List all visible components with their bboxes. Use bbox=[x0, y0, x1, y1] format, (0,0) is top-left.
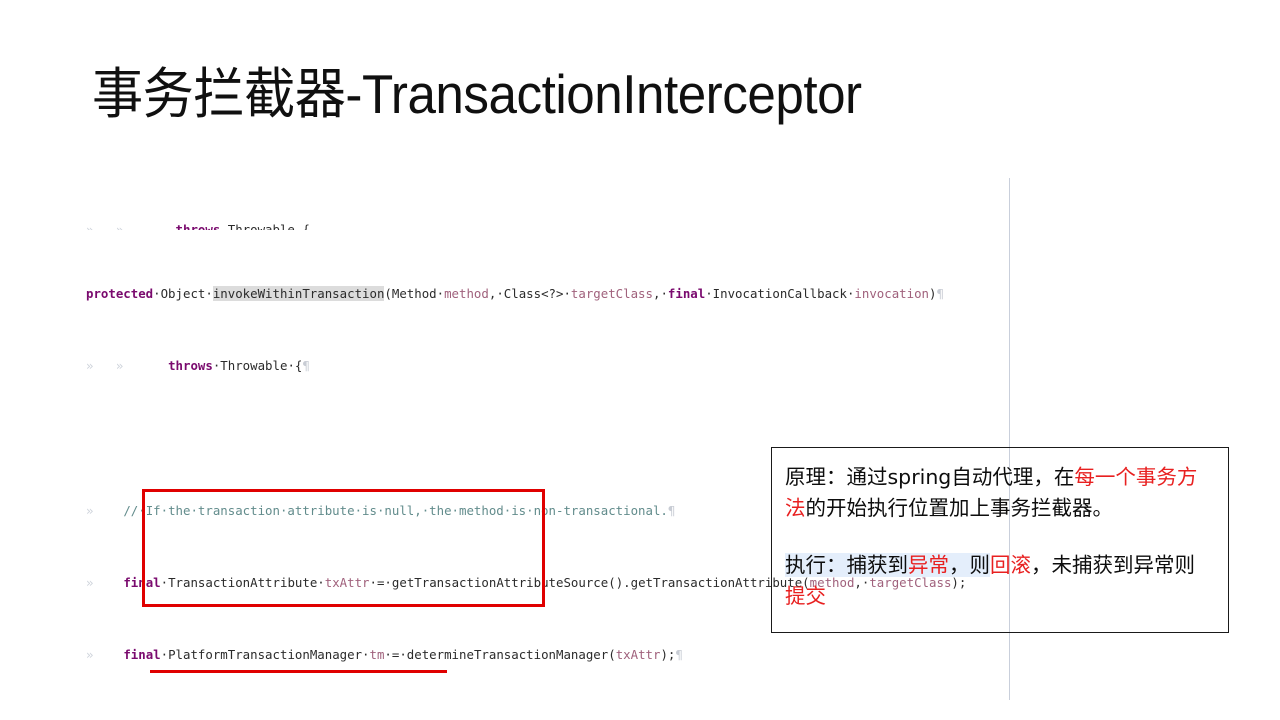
annotation-paragraph-execution: 执行：捕获到异常，则回滚，未捕获到异常则提交 bbox=[785, 550, 1215, 612]
annotation-text: 的开始执行位置加上事务拦截器。 bbox=[805, 496, 1114, 520]
annotation-callout: 原理：通过spring自动代理，在每一个事务方法的开始执行位置加上事务拦截器。 … bbox=[771, 447, 1229, 633]
commit-line-red-underline bbox=[150, 670, 447, 673]
annotation-text: 执行：捕获到 bbox=[785, 553, 908, 577]
code-line: » » throws Throwable { bbox=[86, 222, 310, 231]
page-title: 事务拦截器-TransactionInterceptor bbox=[92, 63, 862, 125]
highlighted-method-name: invokeWithinTransaction bbox=[212, 285, 385, 301]
annotation-red-text: 异常 bbox=[908, 553, 949, 577]
code-line: » » throws·Throwable·{¶ bbox=[86, 357, 310, 373]
annotation-red-text: 回滚 bbox=[990, 553, 1031, 577]
annotation-red-text: 提交 bbox=[785, 584, 826, 608]
code-line: protected·Object·invokeWithinTransaction… bbox=[86, 285, 944, 301]
annotation-text: 原理：通过spring自动代理，在 bbox=[785, 465, 1075, 489]
annotation-paragraph-principle: 原理：通过spring自动代理，在每一个事务方法的开始执行位置加上事务拦截器。 bbox=[785, 462, 1215, 524]
annotation-spacer bbox=[785, 524, 1215, 550]
code-line: » final·PlatformTransactionManager·tm·=·… bbox=[86, 647, 683, 663]
annotation-text: ，未捕获到异常则 bbox=[1031, 553, 1195, 577]
annotation-text: ，则 bbox=[949, 553, 990, 577]
